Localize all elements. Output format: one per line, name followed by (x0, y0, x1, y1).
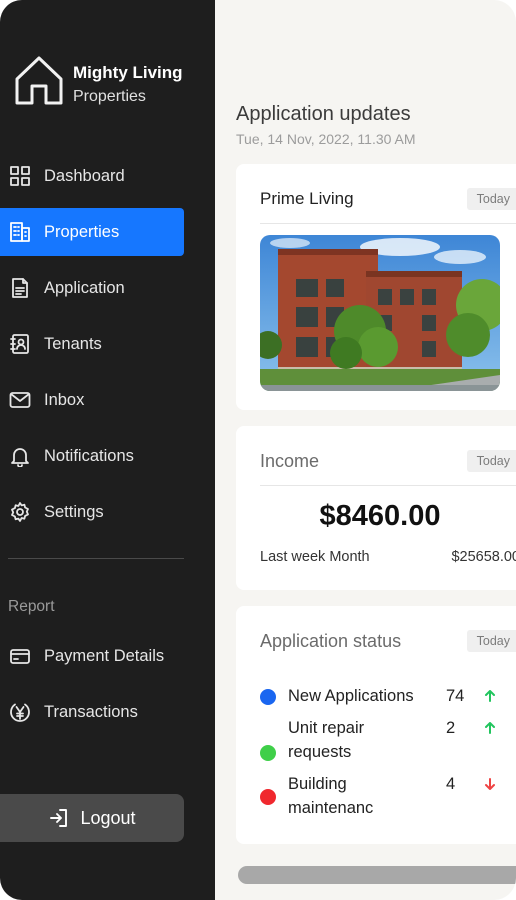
status-dot-red (260, 789, 276, 805)
brand-name: Mighty Living (73, 63, 183, 82)
logout-label: Logout (80, 807, 136, 828)
card-divider (260, 485, 516, 486)
brand-subtitle: Properties (73, 88, 146, 105)
gear-icon (8, 500, 32, 524)
sidebar-item-notifications[interactable]: Notifications (0, 432, 184, 480)
property-photo[interactable] (260, 235, 500, 391)
status-title: Application status (260, 630, 402, 651)
sidebar-item-label: Properties (44, 222, 120, 241)
income-stat-value: $25658.00 (451, 549, 516, 565)
logout-button[interactable]: Logout (0, 794, 184, 842)
status-label: Building maintenanc (288, 775, 374, 817)
building-icon (8, 220, 32, 244)
house-icon (15, 56, 63, 105)
mail-icon (8, 388, 32, 412)
document-icon (8, 276, 32, 300)
status-dot-blue (260, 689, 276, 705)
income-card[interactable]: Income Today $8460.00 Last week Month $2… (236, 426, 516, 590)
sidebar-item-label: Notifications (44, 446, 134, 465)
status-card-header: Application status Today (260, 630, 516, 652)
brand[interactable]: Mighty Living Properties (14, 54, 183, 110)
card-divider (260, 223, 516, 224)
sidebar: Mighty Living Properties Dashboard Prope… (0, 0, 215, 900)
sidebar-item-settings[interactable]: Settings (0, 488, 184, 536)
status-label: Unit repair requests (288, 719, 365, 761)
status-count: 4 (446, 775, 456, 793)
property-card[interactable]: Prime Living Today (236, 164, 516, 410)
status-label: New Applications (288, 687, 414, 705)
sidebar-item-payment-details[interactable]: Payment Details (0, 632, 184, 680)
sidebar-item-label: Payment Details (44, 646, 165, 665)
logout-icon (50, 809, 68, 827)
status-count: 2 (446, 719, 456, 737)
property-card-header: Prime Living Today (260, 188, 516, 210)
sidebar-item-inbox[interactable]: Inbox (0, 376, 184, 424)
sidebar-item-label: Transactions (44, 702, 138, 721)
today-badge: Today (466, 188, 516, 210)
bell-icon (8, 444, 32, 468)
income-card-header: Income Today (260, 450, 516, 472)
sidebar-item-label: Inbox (44, 390, 85, 409)
status-dot-green (260, 745, 276, 761)
brand-text: Mighty Living Properties (73, 62, 183, 110)
main-content: Application updates Tue, 14 Nov, 2022, 1… (215, 0, 516, 900)
sidebar-item-transactions[interactable]: Transactions (0, 688, 184, 736)
sidebar-divider (8, 558, 184, 559)
dashboard-grid-icon (8, 164, 32, 188)
sidebar-item-label: Dashboard (44, 166, 125, 185)
arrow-down-icon (484, 772, 498, 796)
today-badge: Today (466, 450, 516, 472)
income-stat-label: Last week Month (260, 549, 370, 565)
sidebar-item-label: Tenants (44, 334, 102, 353)
yen-coin-icon (8, 700, 32, 724)
app-frame: Mighty Living Properties Dashboard Prope… (0, 0, 516, 900)
application-status-card[interactable]: Application status Today New Application… (236, 606, 516, 844)
arrow-up-icon (484, 716, 498, 740)
report-section-label: Report (8, 598, 55, 615)
sidebar-item-tenants[interactable]: Tenants (0, 320, 184, 368)
status-count: 74 (446, 687, 465, 705)
contact-book-icon (8, 332, 32, 356)
sidebar-item-label: Application (44, 278, 125, 297)
page-title: Application updates (236, 103, 411, 125)
page-date: Tue, 14 Nov, 2022, 11.30 AM (236, 131, 416, 147)
income-stat-row: Last week Month $25658.00 (260, 549, 516, 565)
horizontal-scrollbar[interactable] (238, 866, 516, 884)
sidebar-item-label: Settings (44, 502, 104, 521)
sidebar-item-dashboard[interactable]: Dashboard (0, 152, 184, 200)
income-amount: $8460.00 (319, 500, 441, 532)
credit-card-icon (8, 644, 32, 668)
sidebar-item-properties[interactable]: Properties (0, 208, 184, 256)
income-title: Income (260, 450, 320, 471)
sidebar-item-application[interactable]: Application (0, 264, 184, 312)
property-name: Prime Living (260, 189, 354, 208)
arrow-up-icon (484, 684, 498, 708)
today-badge: Today (466, 630, 516, 652)
